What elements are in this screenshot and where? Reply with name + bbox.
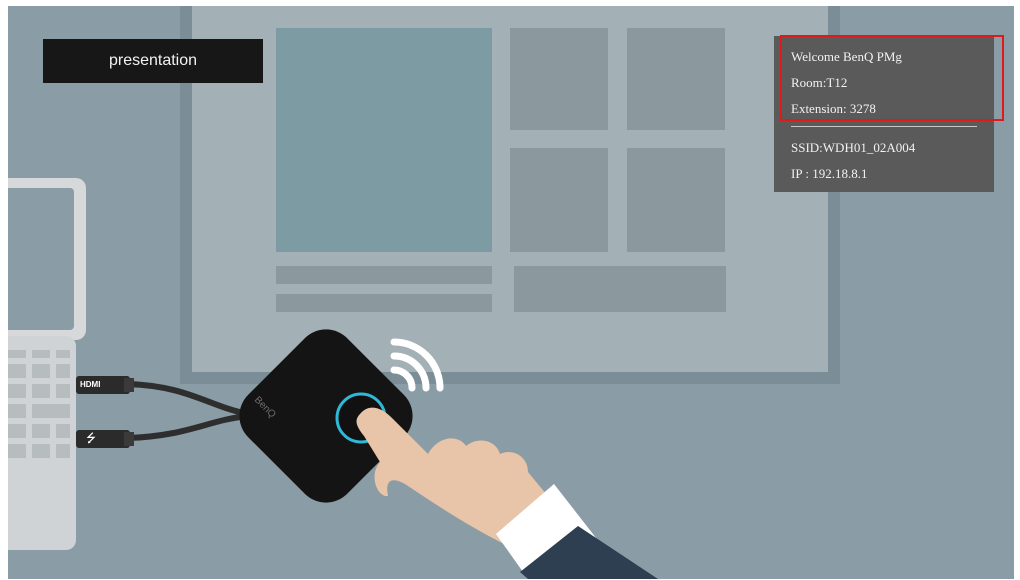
cables: [125, 381, 251, 441]
info-divider: [791, 126, 977, 127]
usb-connector: [76, 430, 134, 448]
laptop-icon: [8, 178, 86, 550]
presentation-label-text: presentation: [108, 52, 198, 69]
display-screen: [180, 6, 840, 384]
presentation-label: presentation: [43, 39, 263, 83]
hand-icon: [356, 407, 658, 579]
hdmi-port-label: HDMI: [80, 380, 101, 389]
ssid-text: SSID:WDH01_02A004: [791, 140, 916, 155]
presentation-scene: presentation Welcome BenQ PMg Room:T12 E…: [8, 6, 1014, 579]
highlight-box: [780, 35, 1004, 121]
usb-icon: ⭍: [86, 431, 96, 445]
ip-text: IP : 192.18.8.1: [791, 166, 868, 181]
